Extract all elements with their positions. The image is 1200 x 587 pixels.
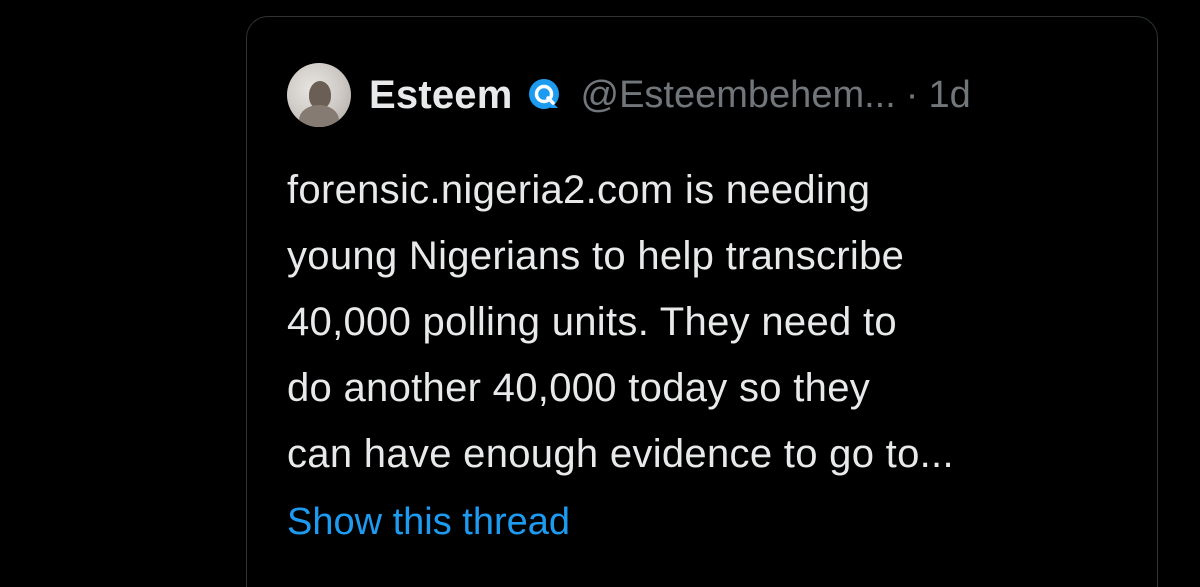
- author-avatar[interactable]: [287, 63, 351, 127]
- avatar-shoulders: [299, 105, 339, 127]
- tweet-text-line: can have enough evidence to go to...: [287, 432, 954, 476]
- author-handle[interactable]: @Esteembehem...: [581, 74, 896, 117]
- tweet-timestamp[interactable]: 1d: [928, 74, 970, 117]
- author-display-name[interactable]: Esteem: [369, 73, 513, 118]
- tweet-text: forensic.nigeria2.com is needing young N…: [287, 157, 1107, 487]
- tweet-text-line: forensic.nigeria2.com is needing: [287, 168, 871, 212]
- quoted-tweet-card[interactable]: Esteem @Esteembehem... · 1d forensic.nig…: [246, 16, 1158, 587]
- tweet-text-line: young Nigerians to help transcribe: [287, 234, 905, 278]
- header-separator: ·: [905, 73, 919, 116]
- tweet-text-line: 40,000 polling units. They need to: [287, 300, 897, 344]
- tweet-header: Esteem @Esteembehem... · 1d: [287, 63, 971, 127]
- show-thread-link[interactable]: Show this thread: [287, 501, 570, 544]
- verified-badge-icon: [528, 79, 559, 109]
- tweet-text-line: do another 40,000 today so they: [287, 366, 871, 410]
